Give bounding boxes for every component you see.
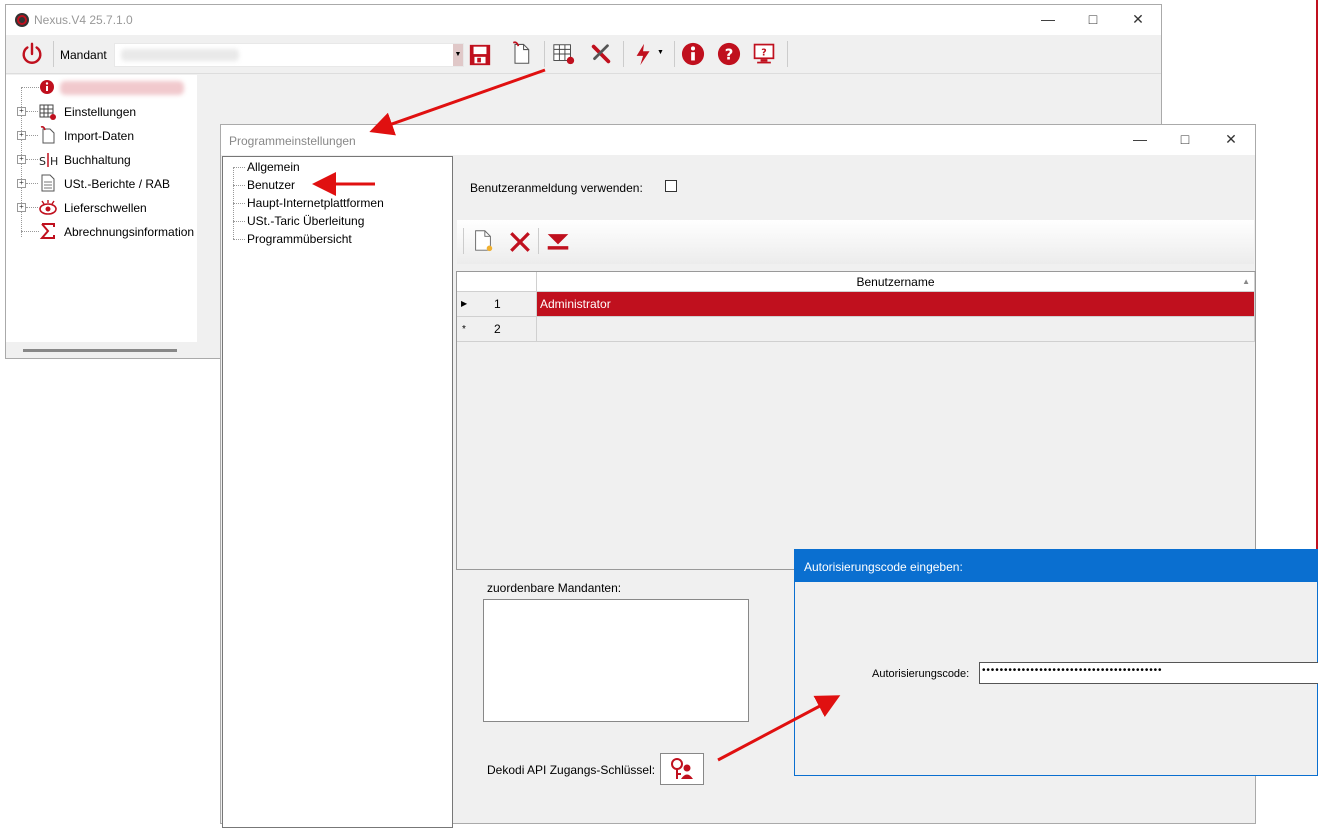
arrow-to-auth-dialog xyxy=(717,695,841,762)
annotation-arrows xyxy=(312,68,841,762)
arrow-to-settings-window xyxy=(369,68,546,136)
